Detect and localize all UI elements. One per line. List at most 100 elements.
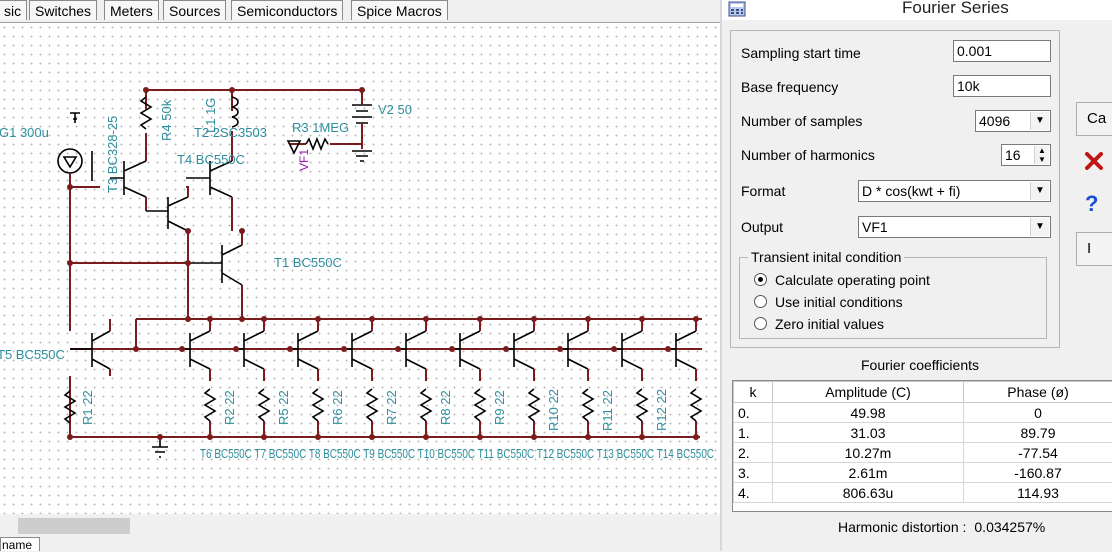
output-select[interactable]: VF1 ▼	[858, 216, 1051, 238]
number-of-harmonics-spinner[interactable]: 16 ▲▼	[1001, 144, 1051, 166]
emitter-resistor	[421, 389, 431, 421]
radio-button-selected[interactable]	[754, 273, 767, 286]
parameters-panel: Sampling start time 0.001 Base frequency…	[730, 30, 1060, 348]
junction-dot	[477, 316, 483, 322]
label-r9: R9 22	[492, 390, 507, 425]
sampling-start-input[interactable]: 0.001	[953, 40, 1051, 62]
tab-basic[interactable]: sic	[0, 0, 27, 20]
radio-label: Use initial conditions	[775, 294, 903, 310]
format-select[interactable]: D * cos(kwt + fi) ▼	[858, 180, 1051, 202]
cell-k: 4.	[734, 483, 773, 503]
scrollbar-thumb[interactable]	[18, 518, 130, 534]
cell-amplitude: 10.27m	[773, 443, 964, 463]
output-value: VF1	[862, 219, 888, 235]
cell-phase: 89.79	[964, 423, 1112, 443]
emitter-resistor	[259, 389, 269, 421]
calculate-button[interactable]: Ca	[1076, 102, 1112, 136]
radio-label: Zero initial values	[775, 316, 884, 332]
table-row[interactable]: 0. 49.98 0	[734, 403, 1112, 423]
harmonic-distortion: Harmonic distortion : 0.034257%	[838, 519, 1045, 535]
junction-dot	[503, 346, 509, 352]
fourier-series-dialog: Fourier Series Sampling start time 0.001…	[720, 0, 1112, 551]
cell-amplitude: 31.03	[773, 423, 964, 443]
number-of-harmonics-value: 16	[1005, 147, 1021, 163]
number-of-samples-select[interactable]: 4096 ▼	[975, 110, 1051, 132]
radio-calculate-operating-point[interactable]: Calculate operating point	[754, 272, 930, 288]
tab-sources[interactable]: Sources	[163, 0, 226, 20]
junction-dot	[585, 434, 591, 440]
schematic-canvas[interactable]: G1 300u T3 BC328-25 R4 50k L1 1G T2 2SC3…	[0, 22, 720, 515]
cell-amplitude: 806.63u	[773, 483, 964, 503]
junction-dot	[287, 346, 293, 352]
label-r4: R4 50k	[159, 99, 174, 141]
radio-use-initial-conditions[interactable]: Use initial conditions	[754, 294, 903, 310]
column-header-k[interactable]: k	[734, 382, 773, 403]
table-row[interactable]: 4. 806.63u 114.93	[734, 483, 1112, 503]
transient-group-legend: Transient inital condition	[748, 249, 904, 265]
chevron-down-icon[interactable]: ▼	[1030, 182, 1049, 200]
label-r3: R3 1MEG	[292, 120, 349, 135]
radio-button[interactable]	[754, 317, 767, 330]
table-header-row: k Amplitude (C) Phase (ø)	[734, 382, 1112, 403]
cell-amplitude: 49.98	[773, 403, 964, 423]
cell-k: 2.	[734, 443, 773, 463]
column-header-amplitude[interactable]: Amplitude (C)	[773, 382, 964, 403]
cell-k: 3.	[734, 463, 773, 483]
chevron-down-icon[interactable]: ▼	[1030, 112, 1049, 130]
format-value: D * cos(kwt + fi)	[862, 183, 960, 199]
cancel-button[interactable]	[1076, 145, 1112, 179]
cell-phase: 0	[964, 403, 1112, 423]
junction-dot	[315, 316, 321, 322]
emitter-resistor	[205, 389, 215, 421]
junction-dot	[395, 346, 401, 352]
label-r1: R1 22	[80, 390, 95, 425]
tab-semiconductors[interactable]: Semiconductors	[231, 0, 343, 20]
base-frequency-input[interactable]: 10k	[953, 75, 1051, 97]
label-v2: V2 50	[378, 102, 412, 117]
horizontal-scrollbar[interactable]	[0, 514, 720, 536]
tab-meters[interactable]: Meters	[104, 0, 159, 20]
column-header-phase[interactable]: Phase (ø)	[964, 382, 1112, 403]
sampling-start-label: Sampling start time	[741, 45, 861, 61]
bottom-tab-name[interactable]: name	[0, 537, 40, 551]
output-label: Output	[741, 219, 783, 235]
tab-switches[interactable]: Switches	[29, 0, 97, 20]
junction-dot	[423, 434, 429, 440]
radio-button[interactable]	[754, 295, 767, 308]
table-row[interactable]: 2. 10.27m -77.54	[734, 443, 1112, 463]
radio-zero-initial-values[interactable]: Zero initial values	[754, 316, 884, 332]
extra-button[interactable]: I	[1076, 232, 1112, 266]
label-t3: T3 BC328-25	[105, 116, 120, 193]
table-row[interactable]: 1. 31.03 89.79	[734, 423, 1112, 443]
chevron-down-icon[interactable]: ▼	[1030, 218, 1049, 236]
cell-k: 0.	[734, 403, 773, 423]
label-r2: R2 22	[222, 390, 237, 425]
help-button[interactable]: ?	[1076, 188, 1112, 222]
table-row[interactable]: 3. 2.61m -160.87	[734, 463, 1112, 483]
radio-label: Calculate operating point	[775, 272, 930, 288]
junction-dot	[693, 316, 699, 322]
junction-dot	[639, 316, 645, 322]
tab-spice-macros[interactable]: Spice Macros	[351, 0, 448, 20]
junction-dot	[531, 316, 537, 322]
cell-phase: -77.54	[964, 443, 1112, 463]
coefficients-table[interactable]: k Amplitude (C) Phase (ø) 0. 49.98 0 1. …	[732, 380, 1112, 512]
junction-dot	[557, 346, 563, 352]
distortion-value: 0.034257%	[974, 519, 1045, 535]
emitter-resistor	[475, 389, 485, 421]
cell-phase: -160.87	[964, 463, 1112, 483]
label-t5: T5 BC550C	[0, 347, 65, 362]
label-r12: R12 22	[654, 389, 669, 431]
label-r11: R11 22	[600, 390, 615, 431]
junction-dot	[261, 316, 267, 322]
calculator-icon	[728, 1, 746, 17]
junction-dot	[449, 346, 455, 352]
question-icon: ?	[1085, 191, 1098, 216]
junction-dot	[585, 316, 591, 322]
distortion-label: Harmonic distortion :	[838, 519, 966, 535]
label-r7: R7 22	[384, 390, 399, 425]
label-t4: T4 BC550C	[177, 152, 245, 167]
spinner-arrows-icon[interactable]: ▲▼	[1034, 146, 1049, 164]
junction-dot	[423, 316, 429, 322]
junction-dot	[665, 346, 671, 352]
